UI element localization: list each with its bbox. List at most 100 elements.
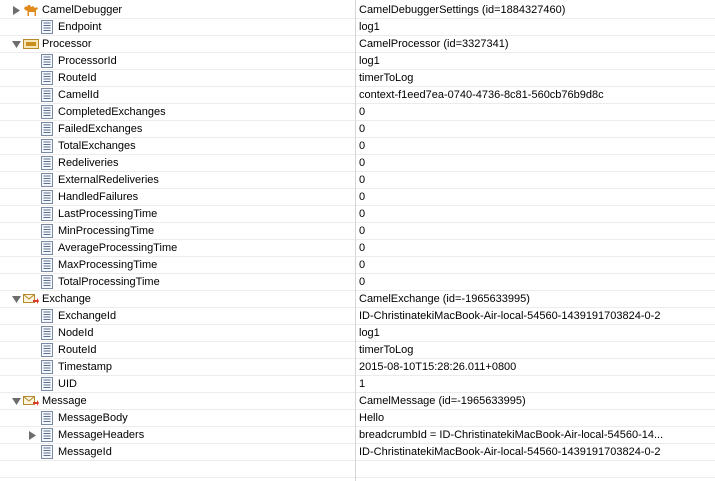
expand-toggle-icon[interactable] — [9, 37, 23, 51]
name-cell: Exchange — [0, 290, 356, 308]
variable-name: ExternalRedeliveries — [58, 174, 159, 186]
variable-name: NodeId — [58, 327, 94, 339]
variable-name: TotalExchanges — [58, 140, 136, 152]
tree-row-timestamp[interactable]: Timestamp 2015-08-10T15:28:26.011+0800 — [0, 358, 715, 376]
variable-value: CamelProcessor (id=3327341) — [359, 38, 509, 50]
variable-value: 0 — [359, 225, 366, 237]
property-icon — [39, 257, 55, 273]
property-icon — [39, 359, 55, 375]
tree-row-endpoint[interactable]: Endpoint log1 — [0, 18, 715, 36]
tree-row-route-id[interactable]: RouteId timerToLog — [0, 341, 715, 359]
tree-row-external-redeliveries[interactable]: ExternalRedeliveries 0 — [0, 171, 715, 189]
name-cell: AverageProcessingTime — [0, 239, 356, 257]
name-cell: Timestamp — [0, 358, 356, 376]
name-cell: Redeliveries — [0, 154, 356, 172]
variable-name: TotalProcessingTime — [58, 276, 160, 288]
name-cell: TotalProcessingTime — [0, 273, 356, 291]
tree-row-camel-debugger[interactable]: CamelDebugger CamelDebuggerSettings (id=1… — [0, 1, 715, 19]
tree-row-failed-exchanges[interactable]: FailedExchanges 0 — [0, 120, 715, 138]
variable-name: Message — [42, 395, 87, 407]
variable-name: Endpoint — [58, 21, 102, 33]
property-icon — [39, 427, 55, 443]
tree-row-last-processing-time[interactable]: LastProcessingTime 0 — [0, 205, 715, 223]
name-cell: CompletedExchanges — [0, 103, 356, 121]
variable-name: MessageId — [58, 446, 112, 458]
variable-name: HandledFailures — [58, 191, 139, 203]
property-icon — [39, 240, 55, 256]
tree-row-message[interactable]: Message CamelMessage (id=-1965633995) — [0, 392, 715, 410]
variable-name: Timestamp — [58, 361, 112, 373]
property-icon — [39, 342, 55, 358]
property-icon — [39, 189, 55, 205]
variable-value: log1 — [359, 21, 380, 33]
property-icon — [39, 325, 55, 341]
tree-row-camel-id[interactable]: CamelId context-f1eed7ea-0740-4736-8c81-5… — [0, 86, 715, 104]
expand-toggle-icon[interactable] — [9, 292, 23, 306]
processor-icon — [23, 36, 39, 52]
tree-row-max-processing-time[interactable]: MaxProcessingTime 0 — [0, 256, 715, 274]
tree-row-exchange[interactable]: Exchange CamelExchange (id=-1965633995) — [0, 290, 715, 308]
collapse-toggle-icon[interactable] — [9, 3, 23, 17]
name-cell: MessageHeaders — [0, 426, 356, 444]
variable-value: timerToLog — [359, 72, 414, 84]
property-icon — [39, 53, 55, 69]
variable-name: CamelDebugger — [42, 4, 123, 16]
tree-row-completed-exchanges[interactable]: CompletedExchanges 0 — [0, 103, 715, 121]
tree-row-average-processing-time[interactable]: AverageProcessingTime 0 — [0, 239, 715, 257]
variable-value: 0 — [359, 174, 366, 186]
tree-row-route-id[interactable]: RouteId timerToLog — [0, 69, 715, 87]
variables-tree[interactable]: CamelDebugger CamelDebuggerSettings (id=1… — [0, 1, 715, 478]
variable-name: CompletedExchanges — [58, 106, 166, 118]
property-icon — [39, 274, 55, 290]
name-cell: Processor — [0, 35, 356, 53]
empty-cell — [0, 460, 356, 478]
tree-row-redeliveries[interactable]: Redeliveries 0 — [0, 154, 715, 172]
variable-name: RouteId — [58, 344, 97, 356]
name-cell: CamelId — [0, 86, 356, 104]
name-cell: MaxProcessingTime — [0, 256, 356, 274]
tree-row-min-processing-time[interactable]: MinProcessingTime 0 — [0, 222, 715, 240]
name-cell: RouteId — [0, 341, 356, 359]
variable-value: CamelDebuggerSettings (id=1884327460) — [359, 4, 566, 16]
variable-value: 0 — [359, 208, 366, 220]
property-icon — [39, 410, 55, 426]
empty-row — [0, 460, 715, 478]
property-icon — [39, 87, 55, 103]
name-cell: FailedExchanges — [0, 120, 356, 138]
name-cell: Message — [0, 392, 356, 410]
variable-value: ID-ChristinatekiMacBook-Air-local-54560-… — [359, 310, 661, 322]
variable-value: breadcrumbId = ID-ChristinatekiMacBook-A… — [359, 429, 664, 441]
variable-name: RouteId — [58, 72, 97, 84]
tree-row-processor[interactable]: Processor CamelProcessor (id=3327341) — [0, 35, 715, 53]
tree-row-processor-id[interactable]: ProcessorId log1 — [0, 52, 715, 70]
variable-value: CamelExchange (id=-1965633995) — [359, 293, 530, 305]
tree-row-total-processing-time[interactable]: TotalProcessingTime 0 — [0, 273, 715, 291]
tree-row-message-headers[interactable]: MessageHeaders breadcrumbId = ID-Christin… — [0, 426, 715, 444]
variable-value: 0 — [359, 242, 366, 254]
name-cell: LastProcessingTime — [0, 205, 356, 223]
property-icon — [39, 172, 55, 188]
tree-row-message-body[interactable]: MessageBody Hello — [0, 409, 715, 427]
tree-row-node-id[interactable]: NodeId log1 — [0, 324, 715, 342]
name-cell: ExternalRedeliveries — [0, 171, 356, 189]
collapse-toggle-icon[interactable] — [25, 428, 39, 442]
message-icon — [23, 393, 39, 409]
property-icon — [39, 223, 55, 239]
name-cell: NodeId — [0, 324, 356, 342]
variable-value: 0 — [359, 259, 366, 271]
variable-name: FailedExchanges — [58, 123, 143, 135]
tree-row-exchange-id[interactable]: ExchangeId ID-ChristinatekiMacBook-Air-lo… — [0, 307, 715, 325]
tree-row-uid[interactable]: UID 1 — [0, 375, 715, 393]
variable-value: 2015-08-10T15:28:26.011+0800 — [359, 361, 517, 373]
variable-value: 0 — [359, 106, 366, 118]
tree-row-total-exchanges[interactable]: TotalExchanges 0 — [0, 137, 715, 155]
expand-toggle-icon[interactable] — [9, 394, 23, 408]
tree-row-handled-failures[interactable]: HandledFailures 0 — [0, 188, 715, 206]
exchange-icon — [23, 291, 39, 307]
variable-value: ID-ChristinatekiMacBook-Air-local-54560-… — [359, 446, 661, 458]
variable-name: MessageHeaders — [58, 429, 145, 441]
name-cell: MinProcessingTime — [0, 222, 356, 240]
tree-row-message-id[interactable]: MessageId ID-ChristinatekiMacBook-Air-loc… — [0, 443, 715, 461]
property-icon — [39, 104, 55, 120]
variable-value: timerToLog — [359, 344, 414, 356]
